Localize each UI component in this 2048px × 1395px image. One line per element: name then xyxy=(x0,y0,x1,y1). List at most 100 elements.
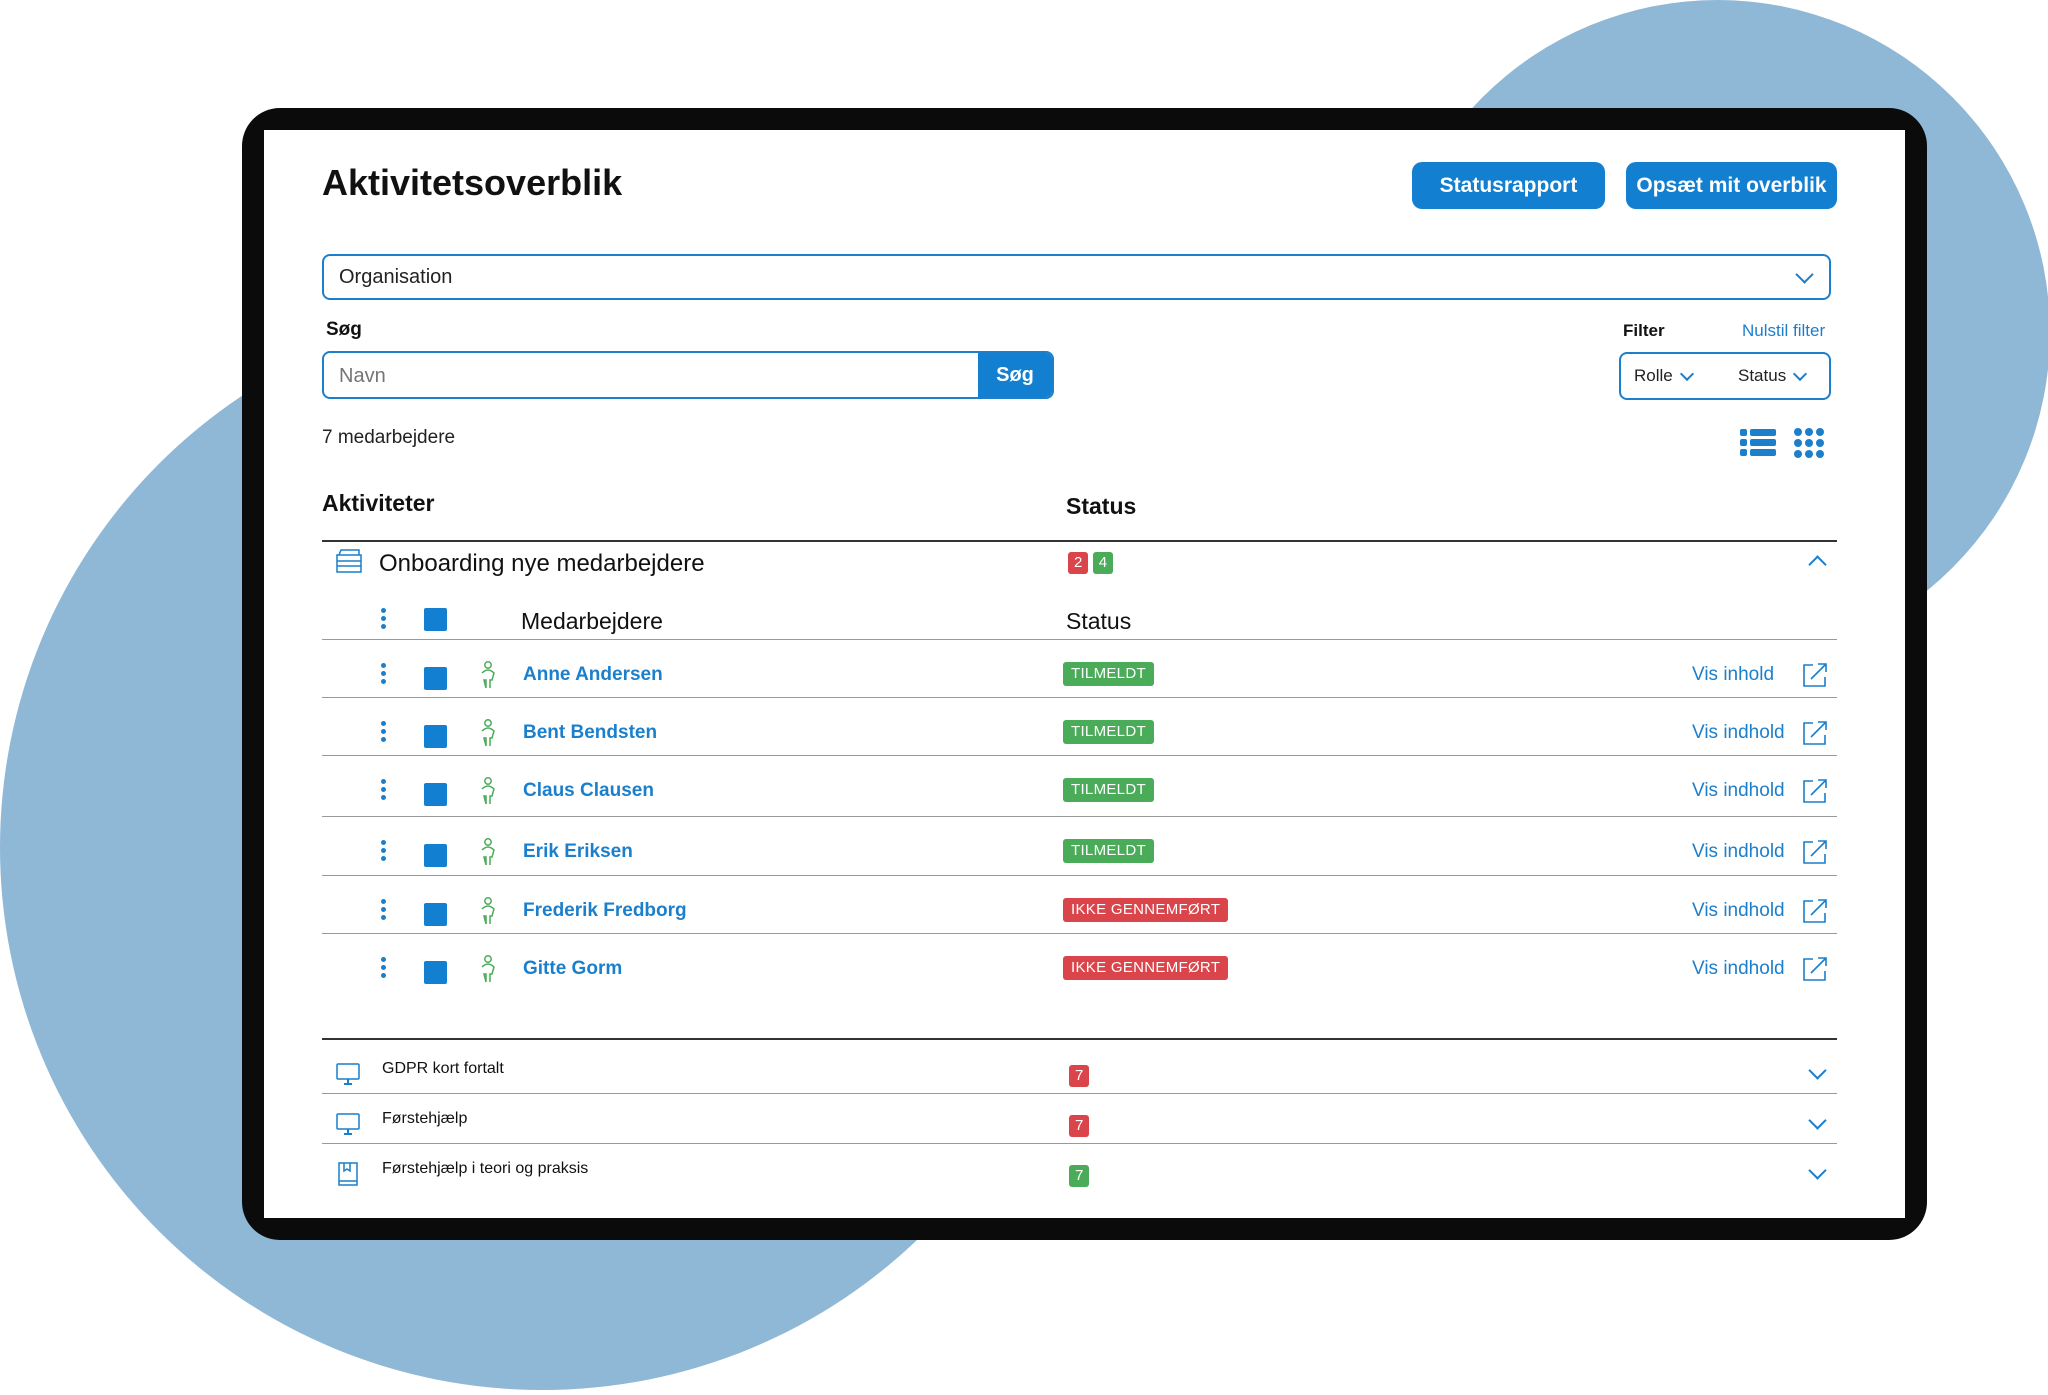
status-filter-label: Status xyxy=(1738,366,1787,385)
collapse-chevron-up-icon[interactable] xyxy=(1808,555,1827,574)
expand-chevron-down-icon[interactable] xyxy=(1808,1061,1827,1080)
external-link-icon[interactable] xyxy=(1802,662,1828,688)
badge-green: 4 xyxy=(1092,552,1114,574)
kebab-menu-icon[interactable] xyxy=(381,663,387,687)
row-checkbox[interactable] xyxy=(424,961,447,984)
monitor-icon xyxy=(336,1063,360,1085)
badge-red: 2 xyxy=(1068,552,1089,574)
person-icon xyxy=(481,777,495,805)
row-checkbox[interactable] xyxy=(424,783,447,806)
person-icon xyxy=(481,955,495,983)
page-title: Aktivitetsoverblik xyxy=(322,162,623,203)
course-badge: 7 xyxy=(1069,1065,1090,1087)
kebab-menu-icon[interactable] xyxy=(381,957,387,981)
view-content-link[interactable]: Vis indhold xyxy=(1692,900,1785,922)
status-badge: TILMELDT xyxy=(1063,662,1154,686)
tablet-frame: Aktivitetsoverblik Statusrapport Opsæt m… xyxy=(242,108,1927,1240)
employee-name-link[interactable]: Gitte Gorm xyxy=(523,958,622,980)
organisation-select[interactable]: Organisation xyxy=(322,254,1831,300)
row-divider xyxy=(322,639,1837,640)
view-content-link[interactable]: Vis indhold xyxy=(1692,841,1785,863)
list-view-icon[interactable] xyxy=(1740,428,1776,458)
row-divider xyxy=(322,1093,1837,1094)
expand-chevron-down-icon[interactable] xyxy=(1808,1111,1827,1130)
course-name[interactable]: GDPR kort fortalt xyxy=(382,1060,504,1078)
search-input[interactable] xyxy=(324,353,941,397)
row-divider xyxy=(322,933,1837,934)
employees-column-header: Medarbejdere xyxy=(521,608,663,634)
kebab-menu-icon[interactable] xyxy=(381,721,387,745)
activities-column-header: Aktiviteter xyxy=(322,490,435,516)
filter-label: Filter xyxy=(1623,321,1665,340)
row-divider xyxy=(322,1143,1837,1144)
employee-name-link[interactable]: Frederik Fredborg xyxy=(523,900,687,922)
book-icon xyxy=(338,1162,358,1186)
status-badge: TILMELDT xyxy=(1063,720,1154,744)
chevron-down-icon xyxy=(1793,366,1808,381)
reset-filter-link[interactable]: Nulstil filter xyxy=(1742,321,1825,341)
table-header-divider xyxy=(322,540,1837,542)
course-name[interactable]: Førstehjælp i teori og praksis xyxy=(382,1160,588,1178)
chevron-down-icon xyxy=(1795,265,1814,284)
row-checkbox[interactable] xyxy=(424,725,447,748)
view-content-link[interactable]: Vis indhold xyxy=(1692,780,1785,802)
row-divider xyxy=(322,697,1837,698)
role-filter-dropdown[interactable]: Rolle xyxy=(1634,366,1694,386)
activity-name[interactable]: Onboarding nye medarbejdere xyxy=(379,550,705,578)
course-badge: 7 xyxy=(1069,1115,1090,1137)
status-badge: TILMELDT xyxy=(1063,778,1154,802)
view-content-link[interactable]: Vis inhold xyxy=(1692,664,1774,686)
person-icon xyxy=(481,838,495,866)
chevron-down-icon xyxy=(1679,366,1694,381)
search-box: Søg xyxy=(322,351,1054,399)
view-content-link[interactable]: Vis indhold xyxy=(1692,722,1785,744)
organisation-select-value: Organisation xyxy=(339,265,453,288)
person-icon xyxy=(481,897,495,925)
person-icon xyxy=(481,661,495,689)
status-badge: IKKE GENNEMFØRT xyxy=(1063,898,1229,922)
activity-badges: 2 4 xyxy=(1068,552,1114,574)
row-checkbox[interactable] xyxy=(424,903,447,926)
employee-count: 7 medarbejdere xyxy=(322,427,456,448)
monitor-icon xyxy=(336,1113,360,1135)
status-column-header: Status xyxy=(1066,493,1137,519)
external-link-icon[interactable] xyxy=(1802,956,1828,982)
row-divider xyxy=(322,875,1837,876)
search-button[interactable]: Søg xyxy=(978,353,1052,397)
expand-chevron-down-icon[interactable] xyxy=(1808,1161,1827,1180)
search-label: Søg xyxy=(326,319,362,340)
app-screen: Aktivitetsoverblik Statusrapport Opsæt m… xyxy=(264,130,1905,1218)
row-divider xyxy=(322,816,1837,817)
kebab-menu-icon[interactable] xyxy=(381,840,387,864)
external-link-icon[interactable] xyxy=(1802,898,1828,924)
employee-name-link[interactable]: Bent Bendsten xyxy=(523,722,657,744)
status-badge: TILMELDT xyxy=(1063,839,1154,863)
person-icon xyxy=(481,719,495,747)
grid-view-icon[interactable] xyxy=(1794,428,1826,458)
activity-icon xyxy=(336,549,362,573)
external-link-icon[interactable] xyxy=(1802,720,1828,746)
kebab-menu-icon[interactable] xyxy=(381,779,387,803)
employee-name-link[interactable]: Claus Clausen xyxy=(523,780,654,802)
statusrapport-button[interactable]: Statusrapport xyxy=(1412,162,1605,209)
select-all-checkbox[interactable] xyxy=(424,608,447,631)
view-content-link[interactable]: Vis indhold xyxy=(1692,958,1785,980)
kebab-menu-icon[interactable] xyxy=(381,899,387,923)
filter-box: Rolle Status xyxy=(1619,352,1831,400)
row-divider xyxy=(322,755,1837,756)
employee-name-link[interactable]: Anne Andersen xyxy=(523,664,663,686)
row-checkbox[interactable] xyxy=(424,667,447,690)
external-link-icon[interactable] xyxy=(1802,839,1828,865)
row-checkbox[interactable] xyxy=(424,844,447,867)
employee-name-link[interactable]: Erik Eriksen xyxy=(523,841,633,863)
role-filter-label: Rolle xyxy=(1634,366,1673,385)
external-link-icon[interactable] xyxy=(1802,778,1828,804)
employee-status-column-header: Status xyxy=(1066,608,1132,634)
course-name[interactable]: Førstehjælp xyxy=(382,1110,467,1128)
kebab-menu-icon[interactable] xyxy=(381,608,387,632)
courses-divider xyxy=(322,1038,1837,1040)
setup-overview-button[interactable]: Opsæt mit overblik xyxy=(1626,162,1837,209)
status-filter-dropdown[interactable]: Status xyxy=(1738,366,1808,386)
status-badge: IKKE GENNEMFØRT xyxy=(1063,956,1229,980)
course-badge: 7 xyxy=(1069,1165,1090,1187)
